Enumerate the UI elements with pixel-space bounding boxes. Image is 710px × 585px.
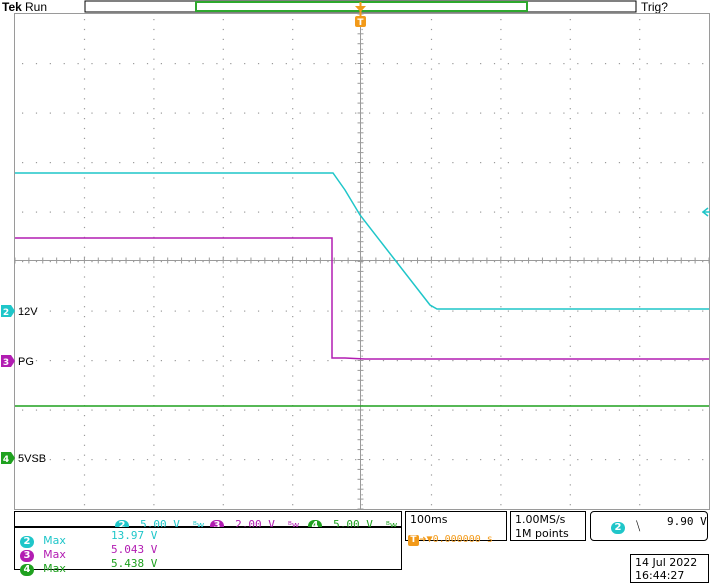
- date: 14 Jul 2022: [635, 556, 698, 569]
- time: 16:44:27: [635, 569, 685, 582]
- scope-display: Tek Run Trig? T 2 12V 3 PG 4 5VSB: [0, 0, 710, 510]
- svg-text:4: 4: [3, 455, 9, 465]
- timebase-readout[interactable]: 100ms T ➜▼0.000000 s: [405, 511, 507, 546]
- trigger-source-badge: 2: [611, 522, 625, 534]
- measurement-value: 13.97 V: [111, 529, 158, 542]
- trigger-readout[interactable]: 2 ⧹ 9.90 V: [590, 511, 708, 541]
- horizontal-position[interactable]: T ➜▼0.000000 s: [408, 527, 493, 546]
- acquisition-readout[interactable]: 1.00MS/s 1M points: [510, 511, 586, 541]
- svg-text:3: 3: [3, 358, 9, 368]
- ch2-waveform-12v: [15, 172, 709, 310]
- grid-dots: [22, 19, 704, 506]
- measurement-value: 5.043 V: [111, 543, 158, 556]
- axis-ticks: [14, 13, 710, 510]
- ch4-label: 5VSB: [18, 453, 46, 465]
- ch4-ground-marker[interactable]: 4: [1, 452, 15, 465]
- run-state: Run: [25, 0, 47, 14]
- trigger-level-marker[interactable]: [701, 207, 710, 217]
- sample-rate: 1.00MS/s: [515, 513, 566, 526]
- trigger-marker-label: T: [357, 18, 364, 28]
- trigger-t-icon: T: [408, 535, 419, 546]
- ch2-label: 12V: [18, 306, 38, 318]
- horizontal-position-value: ▼0.000000 s: [426, 534, 493, 545]
- measurement-panel[interactable]: 2 Max 13.97 V 3 Max 5.043 V 4 Max 5.438 …: [14, 527, 402, 576]
- channel-scale-readout[interactable]: 2 5.00 V ᴮw 3 2.00 V ᴮw 4 5.00 V ᴮw: [14, 511, 402, 532]
- ch3-ground-marker[interactable]: 3: [1, 355, 15, 368]
- arrow-right-icon: ➜: [419, 535, 427, 545]
- measurement-row: 4 Max: [20, 557, 66, 576]
- brand-logo: Tek: [2, 0, 22, 14]
- ch3-label: PG: [18, 356, 34, 368]
- measurement-name: Max: [43, 562, 66, 575]
- timebase-scale: 100ms: [410, 513, 448, 526]
- trigger-state: Trig?: [641, 0, 668, 14]
- datetime-readout: 14 Jul 2022 16:44:27: [630, 554, 709, 583]
- measurement-value: 5.438 V: [111, 557, 158, 570]
- ch2-ground-marker[interactable]: 2: [1, 305, 15, 318]
- svg-text:2: 2: [3, 308, 9, 318]
- record-length: 1M points: [515, 527, 569, 540]
- trigger-level: 9.90 V: [667, 515, 707, 528]
- falling-edge-icon: ⧹: [636, 519, 641, 533]
